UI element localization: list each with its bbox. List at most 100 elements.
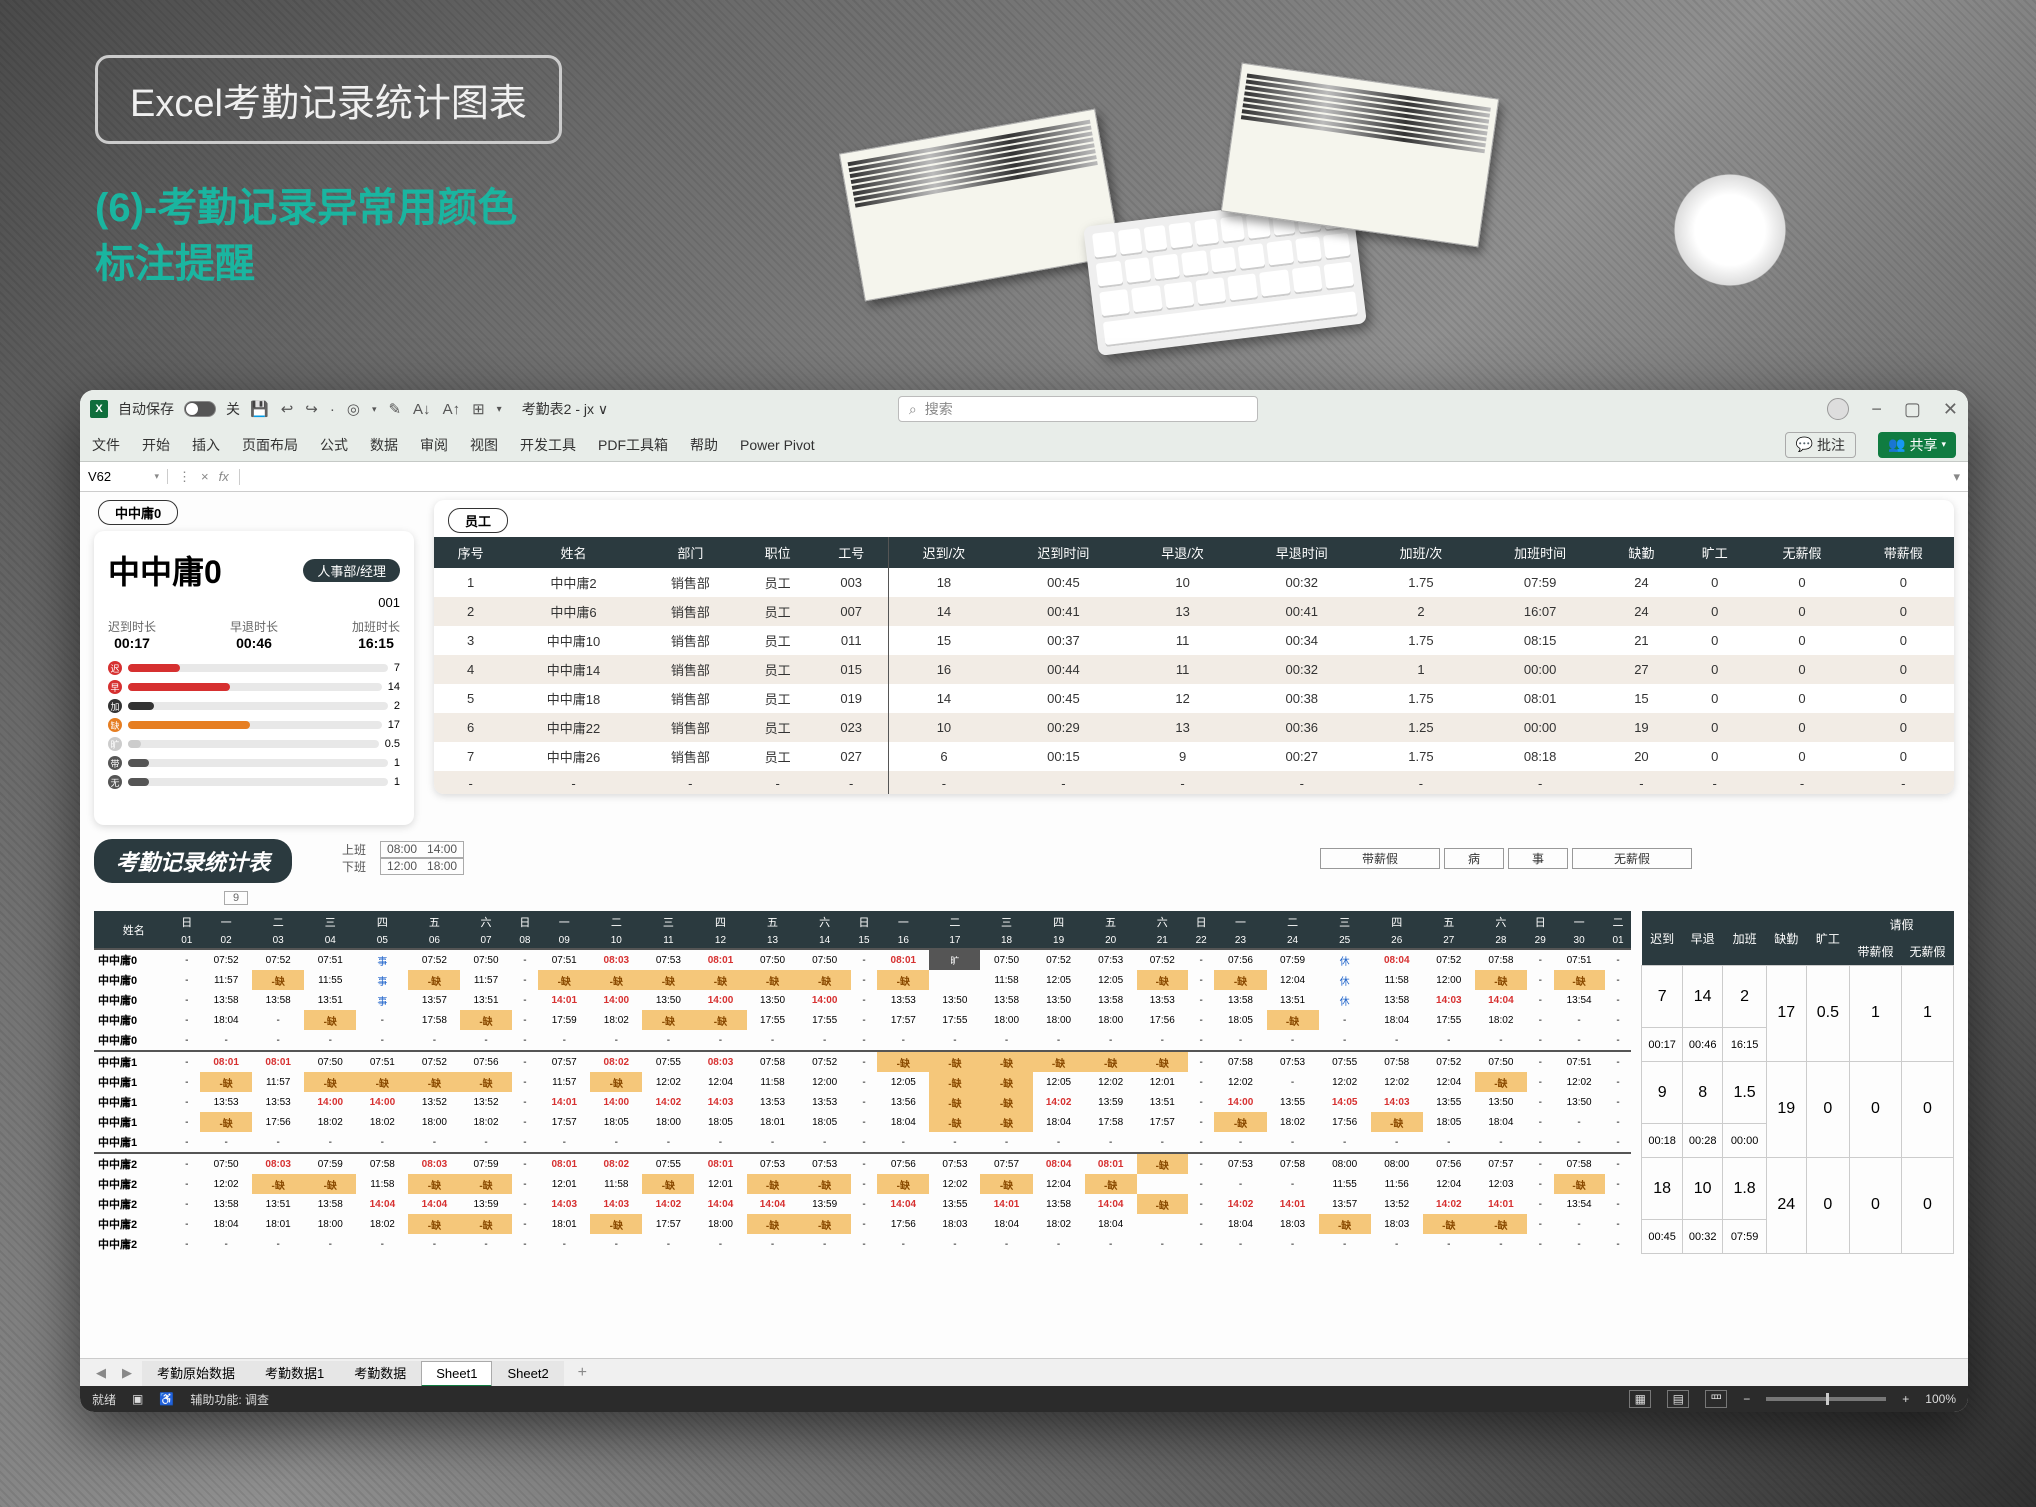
section-title: 考勤记录统计表 [94,839,292,883]
undo-icon[interactable]: ↩ [281,400,294,418]
page-layout-view-icon[interactable]: ▤ [1667,1390,1689,1408]
attendance-table: 姓名日一二三四五六日一二三四五六日一二三四五六日一二三四五六日一二0102030… [94,911,1631,1254]
quick-access-toolbar: 💾 ↩ ↪ · ◎ ▾ ✎ A↓ A↑ ⊞ ▾ [250,400,502,418]
comments-button[interactable]: 💬 批注 [1785,432,1856,458]
comments-icon: 💬 [1796,436,1813,453]
accessibility-status: 辅助功能: 调查 [190,1391,269,1408]
zoom-slider[interactable] [1766,1397,1886,1401]
stat-bar: 早 14 [108,680,400,694]
autosave-state: 关 [226,399,240,419]
search-icon: ⌕ [909,401,917,418]
zoom-in-icon[interactable]: + [1902,1392,1909,1406]
redo-icon[interactable]: ↪ [305,400,318,418]
format-icon[interactable]: ✎ [388,400,401,418]
title-box: Excel考勤记录统计图表 [95,55,562,144]
sheet-tabs: ◀ ▶ 考勤原始数据考勤数据1考勤数据Sheet1Sheet2 + [80,1358,1968,1386]
stat-bar: 旷 0.5 [108,737,400,751]
tab-powerpivot[interactable]: Power Pivot [740,437,815,453]
sheet-tab[interactable]: 考勤数据1 [250,1361,339,1386]
employee-name: 中中庸0 [108,547,222,593]
status-ready: 就绪 [92,1391,116,1408]
decorative-thumbs [850,50,1500,340]
tab-dev[interactable]: 开发工具 [520,435,576,455]
stat-bar: 无 1 [108,775,400,789]
user-avatar[interactable] [1827,398,1849,420]
worksheet[interactable]: 中中庸0 中中庸0 人事部/经理 001 迟到时长00:17 早退时长00:46… [80,492,1968,1358]
page-break-view-icon[interactable]: 罒 [1705,1390,1727,1408]
stat-bar: 加 2 [108,699,400,713]
tab-data[interactable]: 数据 [370,435,398,455]
share-button[interactable]: 👥 共享 ▾ [1878,432,1956,458]
summary-table: 迟到早退加班缺勤旷工请假带薪假无薪假7142170.51100:1700:461… [1641,911,1954,1254]
save-icon[interactable]: 💾 [250,400,269,418]
filename[interactable]: 考勤表2 - jx ∨ [522,399,608,419]
sort-desc-icon[interactable]: A↑ [443,401,461,418]
employee-role-badge: 人事部/经理 [303,559,400,582]
accessibility-icon[interactable]: ♿ [159,1392,174,1406]
tab-file[interactable]: 文件 [92,435,120,455]
search-placeholder: 搜索 [925,399,953,419]
sort-asc-icon[interactable]: A↓ [413,401,431,418]
employee-number: 001 [108,595,400,610]
toggle-icon[interactable]: ⊞ [472,400,485,418]
sheet-tab[interactable]: Sheet2 [492,1361,563,1386]
excel-icon: X [90,400,108,418]
tab-view[interactable]: 视图 [470,435,498,455]
autosave-toggle[interactable] [184,401,216,417]
title-text: Excel考勤记录统计图表 [130,83,527,125]
stat-bar: 带 1 [108,756,400,770]
formula-bar: V62 ▾ ⋮ × fx ▾ [80,462,1968,492]
schedule-info: 上班08:0014:00 下班12:0018:00 [342,841,464,875]
sheet-tab[interactable]: Sheet1 [421,1361,492,1387]
tab-review[interactable]: 审阅 [420,435,448,455]
tab-formulas[interactable]: 公式 [320,435,348,455]
tab-layout[interactable]: 页面布局 [242,435,298,455]
search-box[interactable]: ⌕ 搜索 [898,396,1258,422]
chevron-down-icon: ▾ [1941,439,1946,450]
employee-summary-card: 中中庸0 人事部/经理 001 迟到时长00:17 早退时长00:46 加班时长… [94,531,414,825]
stats-bars: 迟 7 早 14 加 2 缺 17 旷 0.5 带 1 无 1 [108,661,400,789]
formula-expand-icon[interactable]: ▾ [1945,469,1968,485]
selected-employee-pill[interactable]: 中中庸0 [98,500,178,525]
employee-filter-pill[interactable]: 员工 [448,508,508,533]
zoom-out-icon[interactable]: − [1743,1392,1750,1406]
fx-cancel-icon[interactable]: ⋮ [178,469,191,485]
record-macro-icon[interactable]: ▣ [132,1392,143,1406]
stat-bar: 缺 17 [108,718,400,732]
add-sheet-icon[interactable]: + [568,1364,597,1382]
employee-table-card: 员工 序号姓名部门职位工号迟到/次迟到时间早退/次早退时间加班/次加班时间缺勤旷… [434,500,1954,794]
tab-help[interactable]: 帮助 [690,435,718,455]
thumb-spreadsheet-1 [839,109,1121,302]
name-box[interactable]: V62 ▾ [80,469,168,484]
close-icon[interactable]: ✕ [1943,399,1958,420]
sheet-nav-next-icon[interactable]: ▶ [116,1365,138,1381]
employee-table: 序号姓名部门职位工号迟到/次迟到时间早退/次早退时间加班/次加班时间缺勤旷工无薪… [434,537,1954,794]
legend: 带薪假 病 事 无薪假 [1318,848,1694,869]
normal-view-icon[interactable]: ▦ [1629,1390,1651,1408]
stat-bar: 迟 7 [108,661,400,675]
camera-icon[interactable]: ◎ [347,400,360,418]
ribbon: 文件 开始 插入 页面布局 公式 数据 审阅 视图 开发工具 PDF工具箱 帮助… [80,428,1968,462]
tab-insert[interactable]: 插入 [192,435,220,455]
qat-sep: · [330,401,335,418]
status-bar: 就绪 ▣ ♿ 辅助功能: 调查 ▦ ▤ 罒 − + 100% [80,1386,1968,1412]
qat-more-icon[interactable]: ▾ [497,404,502,415]
zoom-level[interactable]: 100% [1925,1392,1956,1406]
sheet-tab[interactable]: 考勤数据 [339,1361,421,1386]
fx-confirm-icon[interactable]: × [201,469,209,485]
fx-icon[interactable]: fx [219,469,229,485]
titlebar: X 自动保存 关 💾 ↩ ↪ · ◎ ▾ ✎ A↓ A↑ ⊞ ▾ 考勤表2 - … [80,390,1968,428]
tab-home[interactable]: 开始 [142,435,170,455]
subtitle: (6)-考勤记录异常用颜色 标注提醒 [95,180,517,292]
tab-pdf[interactable]: PDF工具箱 [598,435,668,455]
sheet-tab[interactable]: 考勤原始数据 [142,1361,250,1386]
share-icon: 👥 [1888,436,1905,453]
chevron-down-icon: ▾ [154,471,159,482]
excel-window: X 自动保存 关 💾 ↩ ↪ · ◎ ▾ ✎ A↓ A↑ ⊞ ▾ 考勤表2 - … [80,390,1968,1412]
time-stats: 迟到时长00:17 早退时长00:46 加班时长16:15 [108,618,400,651]
autosave-label: 自动保存 [118,399,174,419]
camera-dd-icon[interactable]: ▾ [372,404,377,415]
sheet-nav-prev-icon[interactable]: ◀ [90,1365,112,1381]
minimize-icon[interactable]: − [1871,399,1882,420]
maximize-icon[interactable]: ▢ [1904,399,1921,420]
